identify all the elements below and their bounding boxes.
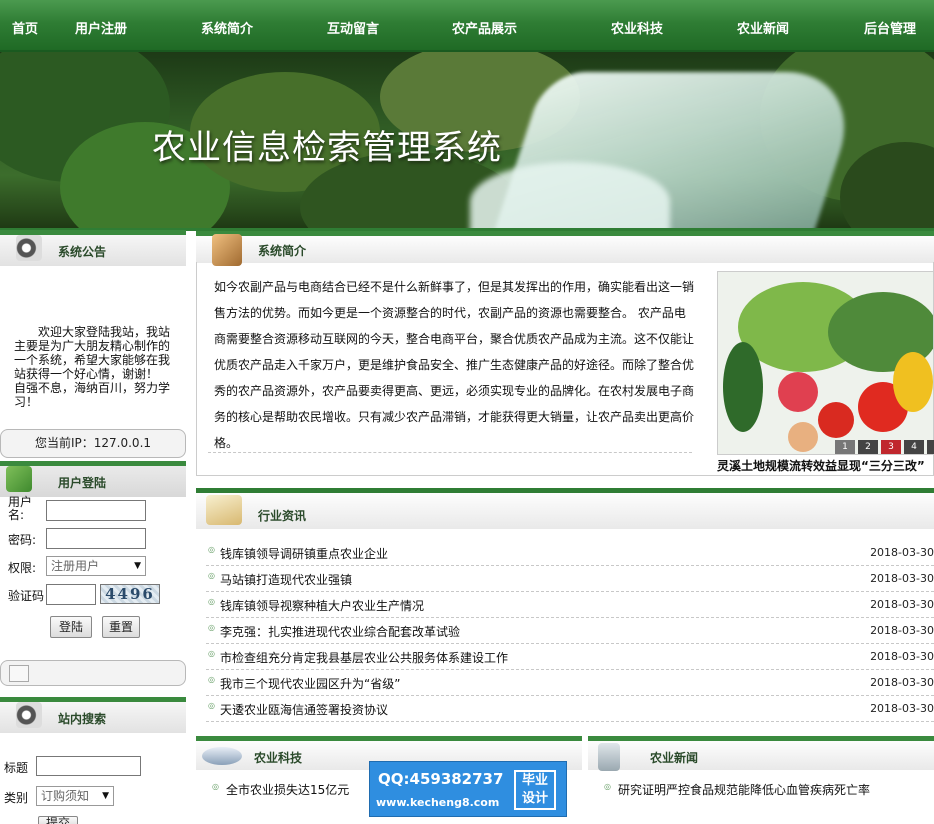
password-input[interactable] xyxy=(46,528,146,549)
nav-messages[interactable]: 互动留言 xyxy=(327,0,379,52)
notice-title: 系统公告 xyxy=(58,245,107,259)
image-placeholder-icon xyxy=(9,665,29,682)
username-input[interactable] xyxy=(46,500,146,521)
chevron-down-icon: ▼ xyxy=(102,791,109,801)
search-title: 站内搜索 xyxy=(58,712,107,726)
nav-news[interactable]: 农业新闻 xyxy=(737,0,789,52)
role-select[interactable]: 注册用户 ▼ xyxy=(46,556,146,576)
role-label: 权限: xyxy=(8,561,37,575)
nav-home[interactable]: 首页 xyxy=(12,0,38,52)
slide-page-3[interactable]: 3 xyxy=(881,440,901,454)
list-item[interactable]: ◎ 我市三个现代农业园区升为“省级” 2018-03-30 xyxy=(206,670,934,696)
list-item[interactable]: ◎ 钱库镇领导调研镇重点农业企业 2018-03-30 xyxy=(206,540,934,566)
banner: 农业信息检索管理系统 xyxy=(0,52,934,228)
search-title-input[interactable] xyxy=(36,756,141,776)
blank-box xyxy=(0,660,186,686)
watermark-badge: QQ:459382737 www.kecheng8.com 毕业设计 xyxy=(369,761,567,817)
nav-register[interactable]: 用户注册 xyxy=(75,0,127,52)
bullet-icon: ◎ xyxy=(208,649,215,658)
slideshow-image[interactable] xyxy=(717,271,934,455)
nav-products[interactable]: 农产品展示 xyxy=(452,0,517,52)
login-title: 用户登陆 xyxy=(58,476,107,490)
notice-text: 欢迎大家登陆我站，我站主要是为广大朋友精心制作的一个系统，希望大家能够在我站获得… xyxy=(14,325,183,409)
list-item[interactable]: ◎ 李克强：扎实推进现代农业综合配套改革试验 2018-03-30 xyxy=(206,618,934,644)
password-label: 密码: xyxy=(8,533,37,547)
bullet-icon: ◎ xyxy=(208,675,215,684)
industry-title: 行业资讯 xyxy=(258,509,307,523)
search-header: 站内搜索 xyxy=(0,697,186,733)
reset-button[interactable]: 重置 xyxy=(102,616,140,638)
search-type-label: 类别 xyxy=(4,791,29,805)
bullet-icon: ◎ xyxy=(208,597,215,606)
bullet-icon: ◎ xyxy=(208,545,215,554)
notice-header: 系统公告 xyxy=(0,230,186,266)
tech-title: 农业科技 xyxy=(254,751,303,765)
list-item[interactable]: ◎ 钱库镇领导视察种植大户农业生产情况 2018-03-30 xyxy=(206,592,934,618)
top-nav: 首页 用户注册 系统简介 互动留言 农产品展示 农业科技 农业新闻 后台管理 xyxy=(0,0,934,52)
username-label: 用户名: xyxy=(8,495,33,522)
speaker-icon xyxy=(16,702,42,728)
login-header: 用户登陆 xyxy=(0,461,186,497)
user-icon xyxy=(6,466,32,492)
search-title-label: 标题 xyxy=(4,761,29,775)
nav-intro[interactable]: 系统简介 xyxy=(201,0,253,52)
search-type-select[interactable]: 订购须知 ▼ xyxy=(36,786,114,806)
industry-header: 行业资讯 xyxy=(196,493,934,529)
slide-page-5[interactable]: 5 xyxy=(927,440,934,454)
captcha-image[interactable]: 4496 xyxy=(100,584,160,604)
captcha-label: 验证码 xyxy=(8,589,45,603)
agnews-header: 农业新闻 xyxy=(588,736,934,771)
agnews-title: 农业新闻 xyxy=(650,751,699,765)
search-submit-button[interactable]: 提交 xyxy=(38,816,78,824)
list-item[interactable]: ◎ 市检查组充分肯定我县基层农业公共服务体系建设工作 2018-03-30 xyxy=(206,644,934,670)
ip-display: 您当前IP：127.0.0.1 xyxy=(0,429,186,458)
captcha-input[interactable] xyxy=(46,584,96,605)
nav-admin[interactable]: 后台管理 xyxy=(864,0,916,52)
bullet-icon: ◎ xyxy=(208,701,215,710)
list-item[interactable]: ◎ 天逶农业瓯海信通签署投资协议 2018-03-30 xyxy=(206,696,934,722)
login-button[interactable]: 登陆 xyxy=(50,616,92,638)
bullet-icon: ◎ xyxy=(208,623,215,632)
bullet-icon: ◎ xyxy=(604,782,611,791)
list-item[interactable]: ◎ 马站镇打造现代农业强镇 2018-03-30 xyxy=(206,566,934,592)
bullet-icon: ◎ xyxy=(208,571,215,580)
chevron-down-icon: ▼ xyxy=(134,561,141,571)
nav-tech[interactable]: 农业科技 xyxy=(611,0,663,52)
bullet-icon: ◎ xyxy=(212,782,219,791)
slide-page-1[interactable]: 1 xyxy=(835,440,855,454)
device-icon xyxy=(598,743,620,771)
intro-title: 系统简介 xyxy=(258,244,307,258)
slide-page-4[interactable]: 4 xyxy=(904,440,924,454)
banner-title: 农业信息检索管理系统 xyxy=(152,128,502,168)
book-icon xyxy=(206,495,242,525)
slide-page-2[interactable]: 2 xyxy=(858,440,878,454)
speaker-icon xyxy=(16,235,42,261)
intro-header: 系统简介 xyxy=(196,231,934,266)
intro-text: 如今农副产品与电商结合已经不是什么新鲜事了，但是其发挥出的作用，确实能看出这一销… xyxy=(214,280,695,450)
iron-icon xyxy=(202,747,242,765)
slideshow-caption[interactable]: 灵溪土地规模流转效益显现“三分三改” xyxy=(717,457,925,474)
